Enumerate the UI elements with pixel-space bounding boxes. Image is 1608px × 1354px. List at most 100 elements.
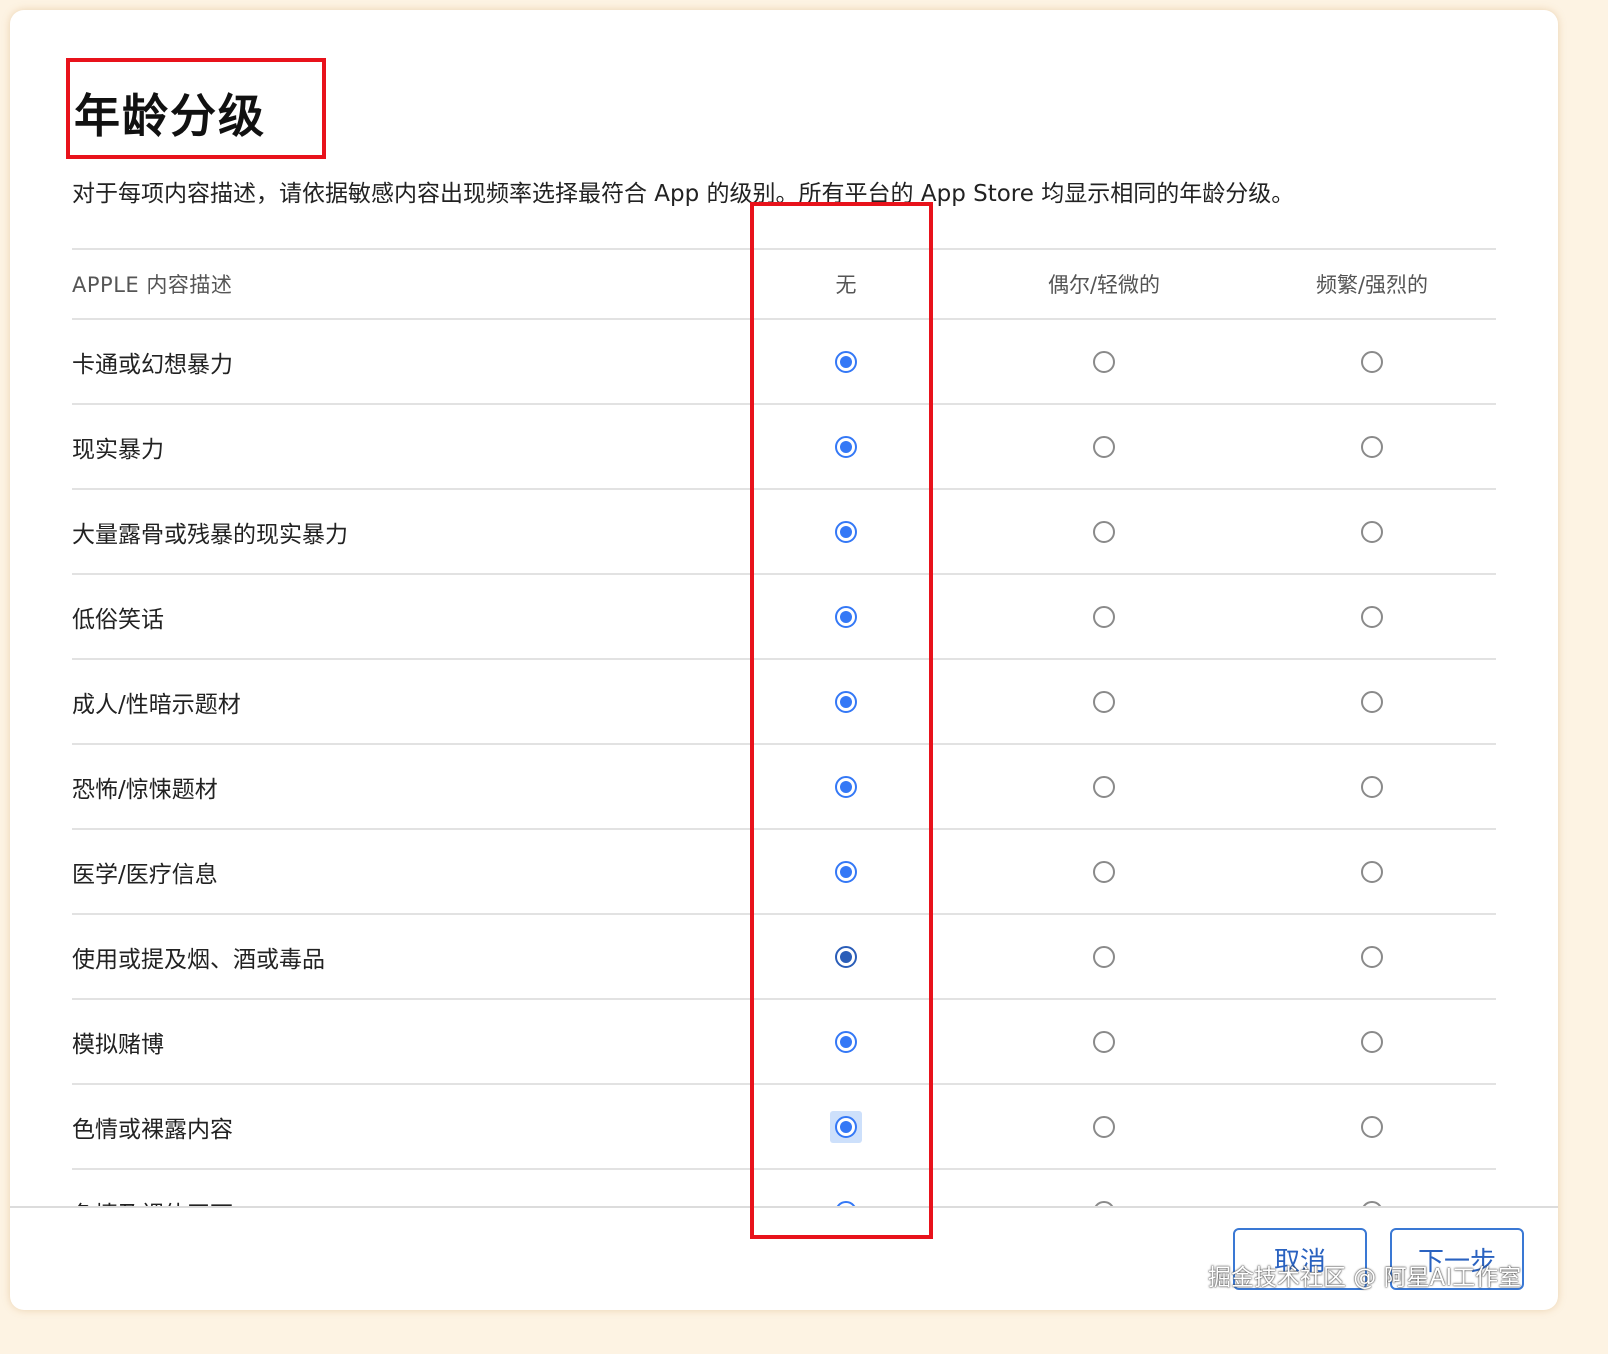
radio-infrequent[interactable]	[1093, 945, 1115, 968]
cell-infrequent	[1004, 745, 1204, 828]
radio-infrequent[interactable]	[1093, 860, 1115, 883]
radio-infrequent[interactable]	[1093, 1115, 1115, 1138]
radio-wrap	[835, 605, 857, 628]
radio-wrap	[830, 1110, 862, 1143]
radio-wrap	[835, 775, 857, 798]
radio-wrap	[835, 690, 857, 713]
radio-wrap	[1361, 520, 1383, 543]
row-label: 低俗笑话	[72, 606, 164, 633]
radio-wrap	[1093, 945, 1115, 968]
radio-wrap	[835, 945, 857, 968]
table-row: 成人/性暗示题材	[72, 658, 1496, 743]
table-row: 恐怖/惊悚题材	[72, 743, 1496, 828]
radio-wrap	[835, 350, 857, 373]
table-row: 色情及裸体画面	[72, 1168, 1496, 1208]
cell-infrequent	[1004, 1000, 1204, 1083]
radio-infrequent[interactable]	[1093, 605, 1115, 628]
radio-wrap	[835, 520, 857, 543]
header-infrequent: 偶尔/轻微的	[1047, 273, 1161, 297]
radio-wrap	[1361, 350, 1383, 373]
radio-wrap	[835, 1030, 857, 1053]
radio-frequent[interactable]	[1361, 605, 1383, 628]
table-row: 大量露骨或残暴的现实暴力	[72, 488, 1496, 573]
table-row: 卡通或幻想暴力	[72, 318, 1496, 403]
cell-frequent	[1272, 830, 1472, 913]
radio-none[interactable]	[835, 1115, 857, 1138]
radio-none[interactable]	[835, 690, 857, 713]
radio-wrap	[1361, 605, 1383, 628]
radio-infrequent[interactable]	[1093, 350, 1115, 373]
radio-frequent[interactable]	[1361, 775, 1383, 798]
cell-infrequent	[1004, 320, 1204, 403]
radio-frequent[interactable]	[1361, 1115, 1383, 1138]
cell-none	[746, 745, 946, 828]
cell-frequent	[1272, 1085, 1472, 1168]
table-header: APPLE 内容描述 无 偶尔/轻微的 频繁/强烈的	[72, 248, 1496, 318]
radio-none[interactable]	[835, 605, 857, 628]
cell-frequent	[1272, 745, 1472, 828]
radio-infrequent[interactable]	[1093, 435, 1115, 458]
cell-frequent	[1272, 405, 1472, 488]
radio-none[interactable]	[835, 350, 857, 373]
cell-infrequent	[1004, 405, 1204, 488]
radio-wrap	[1093, 605, 1115, 628]
radio-wrap	[1093, 690, 1115, 713]
radio-none[interactable]	[835, 945, 857, 968]
cell-infrequent	[1004, 830, 1204, 913]
cell-none	[746, 575, 946, 658]
cell-infrequent	[1004, 575, 1204, 658]
radio-none[interactable]	[835, 1030, 857, 1053]
radio-wrap	[835, 435, 857, 458]
radio-wrap	[1361, 1030, 1383, 1053]
radio-wrap	[1093, 775, 1115, 798]
header-frequent: 频繁/强烈的	[1315, 273, 1429, 297]
radio-frequent[interactable]	[1361, 1030, 1383, 1053]
radio-infrequent[interactable]	[1093, 775, 1115, 798]
cell-frequent	[1272, 490, 1472, 573]
radio-none[interactable]	[835, 435, 857, 458]
watermark: 掘金技术社区 @ 阿星AI工作室	[1208, 1265, 1522, 1291]
cell-infrequent	[1004, 490, 1204, 573]
table-row: 医学/医疗信息	[72, 828, 1496, 913]
cell-none	[746, 830, 946, 913]
footer-divider	[10, 1206, 1558, 1208]
cell-infrequent	[1004, 915, 1204, 998]
cell-none	[746, 915, 946, 998]
row-label: 医学/医疗信息	[72, 861, 218, 888]
cell-frequent	[1272, 660, 1472, 743]
cell-frequent	[1272, 320, 1472, 403]
radio-infrequent[interactable]	[1093, 1030, 1115, 1053]
radio-frequent[interactable]	[1361, 350, 1383, 373]
cell-frequent	[1272, 915, 1472, 998]
radio-wrap	[1093, 350, 1115, 373]
radio-wrap	[1093, 520, 1115, 543]
cell-infrequent	[1004, 1170, 1204, 1208]
radio-frequent[interactable]	[1361, 690, 1383, 713]
page-title: 年龄分级	[74, 89, 266, 143]
row-label: 成人/性暗示题材	[72, 691, 241, 718]
radio-none[interactable]	[835, 775, 857, 798]
radio-frequent[interactable]	[1361, 520, 1383, 543]
table-row: 低俗笑话	[72, 573, 1496, 658]
radio-infrequent[interactable]	[1093, 520, 1115, 543]
radio-frequent[interactable]	[1361, 860, 1383, 883]
radio-none[interactable]	[835, 860, 857, 883]
radio-infrequent[interactable]	[1093, 690, 1115, 713]
content-description-table: APPLE 内容描述 无 偶尔/轻微的 频繁/强烈的 卡通或幻想暴力 现实暴力 大量…	[72, 248, 1496, 1208]
age-rating-dialog: 年龄分级 对于每项内容描述，请依据敏感内容出现频率选择最符合 App 的级别。所…	[10, 10, 1558, 1310]
radio-wrap	[1361, 1115, 1383, 1138]
row-label: 使用或提及烟、酒或毒品	[72, 946, 325, 973]
cell-none	[746, 490, 946, 573]
cell-none	[746, 1085, 946, 1168]
cell-none	[746, 660, 946, 743]
radio-none[interactable]	[835, 520, 857, 543]
radio-wrap	[1093, 860, 1115, 883]
page-description: 对于每项内容描述，请依据敏感内容出现频率选择最符合 App 的级别。所有平台的 …	[72, 181, 1295, 207]
cell-frequent	[1272, 1170, 1472, 1208]
radio-wrap	[1093, 435, 1115, 458]
radio-frequent[interactable]	[1361, 435, 1383, 458]
cell-none	[746, 405, 946, 488]
radio-frequent[interactable]	[1361, 945, 1383, 968]
cell-frequent	[1272, 575, 1472, 658]
radio-wrap	[1361, 775, 1383, 798]
